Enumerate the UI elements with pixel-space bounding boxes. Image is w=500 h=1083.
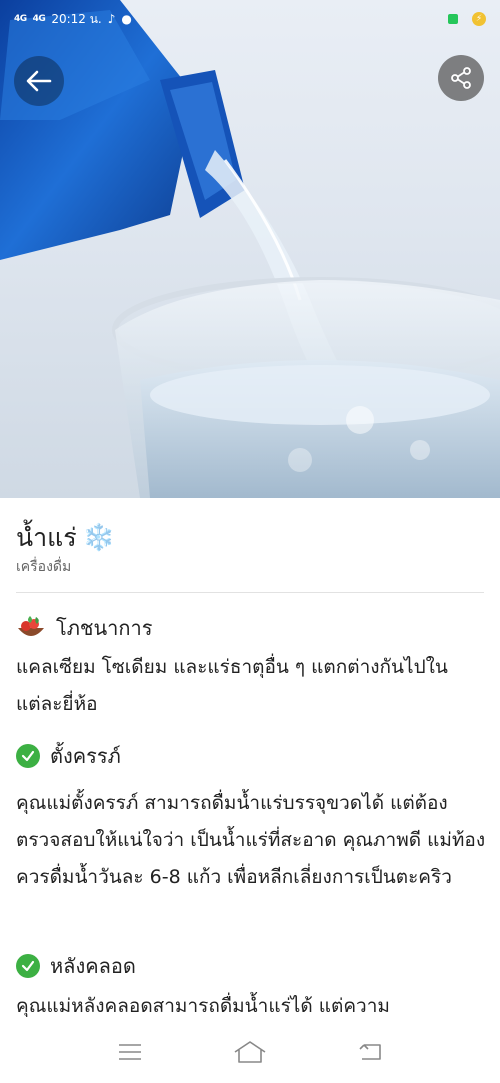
section-nutrition-text: แคลเซียม โซเดียม และแร่ธาตุอื่น ๆ แตกต่า…	[16, 656, 448, 715]
hero-image	[0, 0, 500, 498]
status-bar: 4G 4G 20:12 น. ♪ ● ⚡	[0, 0, 500, 38]
menu-icon	[119, 1043, 141, 1060]
arrow-left-icon	[26, 70, 52, 92]
charging-icon: ⚡	[472, 12, 486, 26]
status-time: 20:12 น.	[51, 11, 102, 26]
battery-icon	[448, 14, 458, 24]
home-button[interactable]	[230, 1032, 270, 1072]
category-label: เครื่องดื่ม	[16, 559, 72, 575]
section-pregnancy-header: ตั้งครรภ์	[16, 740, 121, 772]
section-postpartum-header: หลังคลอด	[16, 950, 136, 982]
title-row: น้ำแร่ ❄️	[16, 518, 115, 558]
tiktok-icon: ♪	[107, 12, 116, 26]
detail-content: น้ำแร่ ❄️ เครื่องดื่ม โภชนาการ แคลเซียม …	[0, 498, 500, 1018]
section-nutrition-header: โภชนาการ	[16, 612, 152, 644]
messenger-icon: ●	[121, 12, 132, 26]
system-back-button[interactable]	[350, 1032, 390, 1072]
snowflake-icon: ❄️	[82, 523, 116, 553]
section-heading: หลังคลอด	[50, 954, 136, 978]
water-pouring-illustration	[0, 0, 500, 498]
menu-button[interactable]	[110, 1032, 150, 1072]
section-pregnancy-text: คุณแม่ตั้งครรภ์ สามารถดื่มน้ำแร่บรรจุขวด…	[16, 792, 486, 888]
salad-bowl-icon	[18, 616, 44, 636]
share-button[interactable]	[438, 55, 484, 101]
check-circle-icon	[16, 954, 40, 978]
signal-indicator-1: 4G	[14, 14, 27, 24]
section-heading: โภชนาการ	[56, 616, 153, 640]
signal-indicator-2: 4G	[32, 14, 46, 24]
share-icon	[451, 67, 471, 89]
back-button[interactable]	[14, 56, 64, 106]
divider	[16, 592, 484, 593]
section-postpartum-text: คุณแม่หลังคลอดสามารถดื่มน้ำแร่ได้ แต่ควา…	[16, 995, 390, 1017]
page-title: น้ำแร่	[16, 523, 77, 552]
home-icon	[234, 1040, 266, 1063]
back-icon	[359, 1043, 381, 1060]
check-circle-icon	[16, 744, 40, 768]
section-heading: ตั้งครรภ์	[50, 744, 121, 768]
system-nav-bar	[0, 1020, 500, 1083]
